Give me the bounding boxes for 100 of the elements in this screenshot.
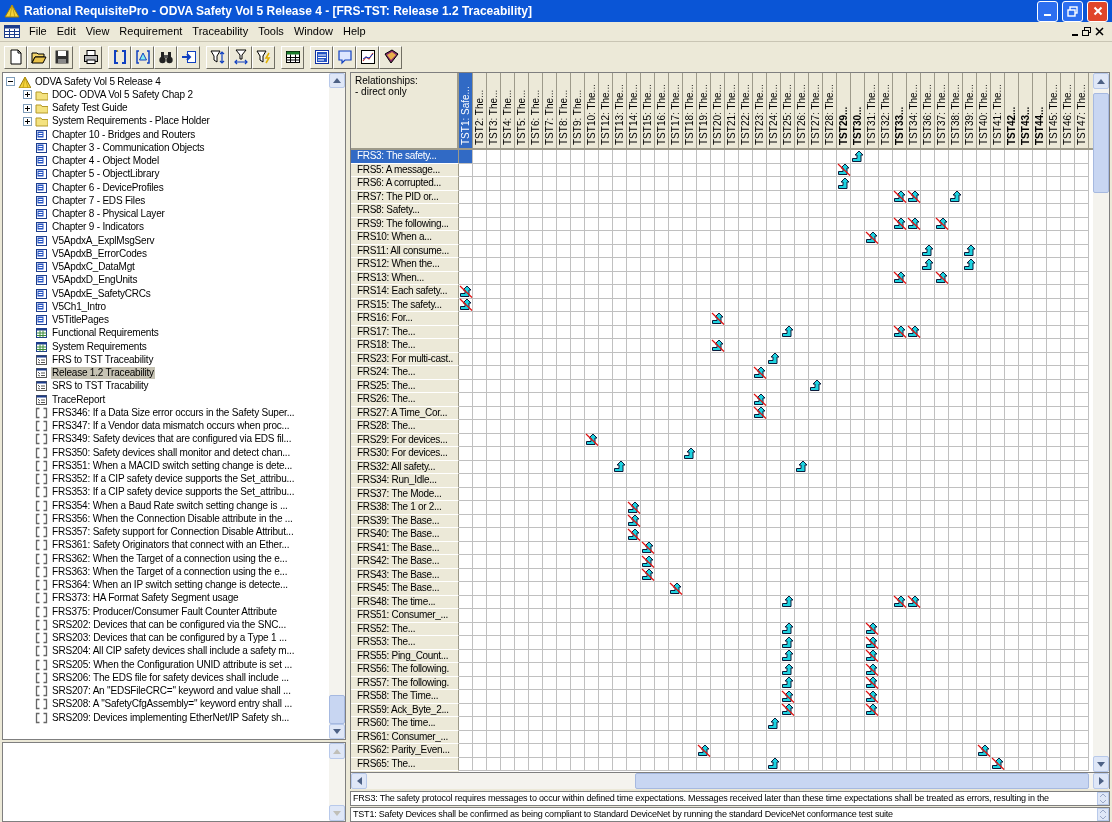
row-header[interactable]: FRS18: The... [351,339,459,353]
tree-item[interactable]: SRS202: Devices that can be configured via the SNC... [51,618,287,631]
row-header[interactable]: FRS8: Safety... [351,204,459,218]
tree-item[interactable]: Chapter 7 - EDS Files [51,194,147,207]
toolbar-button[interactable] [206,45,229,69]
column-header[interactable]: TST32: The... [879,73,893,148]
tree-item[interactable]: SRS207: An "EDSFileCRC=" keyword and value shall ... [51,685,292,698]
column-header[interactable]: TST37: The... [935,73,949,148]
tree-item[interactable]: V5ApdxA_ExplMsgServ [51,234,156,247]
scroll-right-button[interactable] [1093,773,1109,789]
row-header[interactable]: FRS62: Parity_Even... [351,744,459,758]
row-header[interactable]: FRS3: The safety... [351,150,459,164]
column-header[interactable]: TST2: The... [473,73,487,148]
tree-item[interactable]: System Requirements [51,340,148,353]
row-header[interactable]: FRS40: The Base... [351,528,459,542]
row-header[interactable]: FRS10: When a... [351,231,459,245]
menu-item[interactable]: View [80,23,115,40]
row-header[interactable]: FRS28: The... [351,420,459,434]
menu-item[interactable]: Edit [51,23,81,40]
row-header[interactable]: FRS53: The... [351,636,459,650]
tree-item[interactable]: SRS to TST Tracability [51,380,150,393]
column-header[interactable]: TST22: The... [739,73,753,148]
scroll-down-button[interactable] [329,723,345,739]
menu-item[interactable]: Tools [253,23,289,40]
tree-item[interactable]: FRS363: When the Target of a connection using the e... [51,565,289,578]
menu-item[interactable]: File [24,23,52,40]
tree-item[interactable]: Chapter 10 - Bridges and Routers [51,128,197,141]
menu-item[interactable]: Help [338,23,371,40]
column-header[interactable]: TST4: The... [501,73,515,148]
row-header[interactable]: FRS34: Run_Idle... [351,474,459,488]
tree-item[interactable]: V5TitlePages [51,314,110,327]
tree-item[interactable]: SRS204: All CIP safety devices shall include a safety m... [51,645,296,658]
toolbar-button[interactable] [177,45,200,69]
scrollbar[interactable] [1093,73,1109,772]
column-header[interactable]: TST13: The... [613,73,627,148]
tree-item[interactable]: Chapter 8 - Physical Layer [51,208,166,221]
scroll-thumb[interactable] [635,773,1089,789]
tree-item[interactable]: FRS351: When a MACID switch setting change is dete... [51,459,294,472]
toolbar-button[interactable] [356,45,379,69]
scroll-thumb[interactable] [329,695,345,724]
selected-cell[interactable] [459,150,473,164]
toolbar-button[interactable] [27,45,50,69]
row-header[interactable]: FRS6: A corrupted... [351,177,459,191]
column-header[interactable]: TST26: The... [795,73,809,148]
tree-item[interactable]: FRS346: If a Data Size error occurs in the Safety Super... [51,406,296,419]
column-header[interactable]: TST40: The... [977,73,991,148]
column-header[interactable]: TST47: The... [1075,73,1089,148]
tree-item[interactable]: FRS362: When the Target of a connection using the e... [51,552,289,565]
column-header[interactable]: TST44... [1033,73,1047,148]
tree-item[interactable]: Functional Requirements [51,327,160,340]
scrollbar[interactable] [329,73,345,739]
tree-item[interactable]: V5ApdxD_EngUnits [51,274,139,287]
toolbar-button[interactable] [229,45,252,69]
row-header[interactable]: FRS58: The Time... [351,690,459,704]
scroll-left-button[interactable] [351,773,367,789]
minimize-button[interactable] [1037,0,1058,22]
toolbar-button[interactable] [79,45,102,69]
toolbar-button[interactable] [50,45,73,69]
column-header[interactable]: TST21: The... [725,73,739,148]
tree-item[interactable]: V5ApdxE_SafetyCRCs [51,287,152,300]
row-header[interactable]: FRS16: For... [351,312,459,326]
row-header[interactable]: FRS24: The... [351,366,459,380]
tree-item[interactable]: V5Ch1_Intro [51,300,107,313]
column-header[interactable]: TST17: The... [669,73,683,148]
column-header[interactable]: TST18: The... [683,73,697,148]
column-header[interactable]: TST31: The... [865,73,879,148]
tree-item[interactable]: FRS349: Safety devices that are configured via EDS fil... [51,433,293,446]
column-header[interactable]: TST43... [1019,73,1033,148]
row-header[interactable]: FRS30: For devices... [351,447,459,461]
tree-item[interactable]: FRS347: If a Vendor data mismatch occurs when proc... [51,420,291,433]
column-header[interactable]: TST16: The... [655,73,669,148]
tree-item[interactable]: FRS364: When an IP switch setting change is detecte... [51,579,289,592]
tree-item[interactable]: TraceReport [51,393,106,406]
row-header[interactable]: FRS38: The 1 or 2... [351,501,459,515]
menu-item[interactable]: Window [288,23,338,40]
column-header[interactable]: TST20: The... [711,73,725,148]
column-header[interactable]: TST15: The... [641,73,655,148]
tree-item[interactable]: FRS356: When the Connection Disable attribute in the ... [51,512,294,525]
tree-item[interactable]: Chapter 3 - Communication Objects [51,141,206,154]
tree-item[interactable]: Safety Test Guide [51,102,129,115]
tree-item[interactable]: SRS206: The EDS file for safety devices shall include ... [51,671,290,684]
toolbar-button[interactable] [379,45,402,69]
tree-item[interactable]: Chapter 5 - ObjectLibrary [51,168,161,181]
column-header[interactable]: TST46: The... [1061,73,1075,148]
close-button[interactable] [1087,0,1108,22]
tree-item[interactable]: FRS352: If a CIP safety device supports the Set_attribu... [51,473,296,486]
row-header[interactable]: FRS12: When the... [351,258,459,272]
column-header[interactable]: TST45: The... [1047,73,1061,148]
tree-item[interactable]: FRS354: When a Baud Rate switch setting change is ... [51,499,289,512]
row-header[interactable]: FRS51: Consumer_... [351,609,459,623]
column-header[interactable]: TST19: The... [697,73,711,148]
row-header[interactable]: FRS60: The time... [351,717,459,731]
tree-item[interactable]: V5ApdxB_ErrorCodes [51,247,148,260]
row-header[interactable]: FRS45: The Base... [351,582,459,596]
column-header[interactable]: TST8: The... [557,73,571,148]
column-header[interactable]: TST24: The... [767,73,781,148]
row-header[interactable]: FRS56: The following. [351,663,459,677]
column-header[interactable]: TST28: The... [823,73,837,148]
row-header[interactable]: FRS14: Each safety... [351,285,459,299]
column-header[interactable]: TST27: The... [809,73,823,148]
